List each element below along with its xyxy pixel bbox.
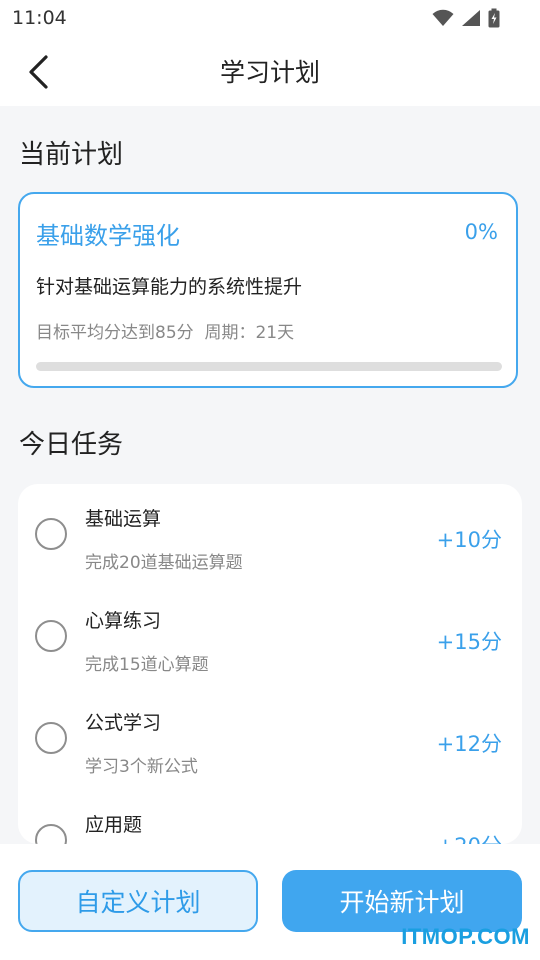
task-name: 基础运算: [85, 508, 162, 530]
task-item[interactable]: 应用题 +20分: [18, 790, 522, 844]
task-name: 公式学习: [85, 712, 162, 734]
status-bar: 11:04: [0, 0, 540, 36]
task-item[interactable]: 基础运算 完成20道基础运算题 +10分: [18, 484, 522, 586]
watermark: ITMOP.COM: [401, 924, 530, 949]
task-points: +10分: [436, 528, 502, 552]
start-new-plan-button[interactable]: 开始新计划: [282, 870, 522, 932]
task-checkbox[interactable]: [35, 620, 67, 652]
task-description: 完成15道心算题: [85, 655, 209, 675]
task-name: 应用题: [85, 814, 143, 836]
task-item[interactable]: 心算练习 完成15道心算题 +15分: [18, 586, 522, 688]
task-points: +20分: [437, 830, 502, 844]
custom-plan-button[interactable]: 自定义计划: [18, 870, 258, 932]
today-tasks-section-title: 今日任务: [19, 430, 124, 460]
status-icons: [432, 8, 500, 28]
status-time: 11:04: [12, 7, 67, 29]
task-description: 完成20道基础运算题: [85, 553, 243, 573]
back-button[interactable]: [18, 50, 58, 94]
task-points: +15分: [436, 630, 502, 654]
task-description: 学习3个新公式: [85, 757, 198, 777]
battery-icon: [488, 8, 500, 28]
plan-name: 基础数学强化: [36, 222, 180, 250]
current-plan-section-title: 当前计划: [19, 140, 124, 170]
today-task-list: 基础运算 完成20道基础运算题 +10分 心算练习 完成15道心算题 +15分 …: [18, 484, 522, 844]
plan-progress-bar: [36, 362, 502, 371]
task-checkbox[interactable]: [35, 518, 67, 550]
task-checkbox[interactable]: [35, 722, 67, 754]
plan-progress-percent: 0%: [464, 220, 498, 244]
page-title: 学习计划: [219, 58, 320, 87]
plan-meta: 目标平均分达到85分 周期：21天: [36, 323, 295, 343]
app-header: 学习计划: [0, 36, 540, 106]
chevron-left-icon: [29, 55, 48, 89]
plan-description: 针对基础运算能力的系统性提升: [36, 276, 303, 298]
task-item[interactable]: 公式学习 学习3个新公式 +12分: [18, 688, 522, 790]
signal-icon: [462, 10, 480, 26]
current-plan-card[interactable]: 基础数学强化 0% 针对基础运算能力的系统性提升 目标平均分达到85分 周期：2…: [18, 192, 518, 388]
wifi-icon: [432, 9, 454, 26]
task-points: +12分: [436, 732, 502, 756]
task-name: 心算练习: [85, 610, 162, 632]
task-checkbox[interactable]: [35, 824, 67, 844]
